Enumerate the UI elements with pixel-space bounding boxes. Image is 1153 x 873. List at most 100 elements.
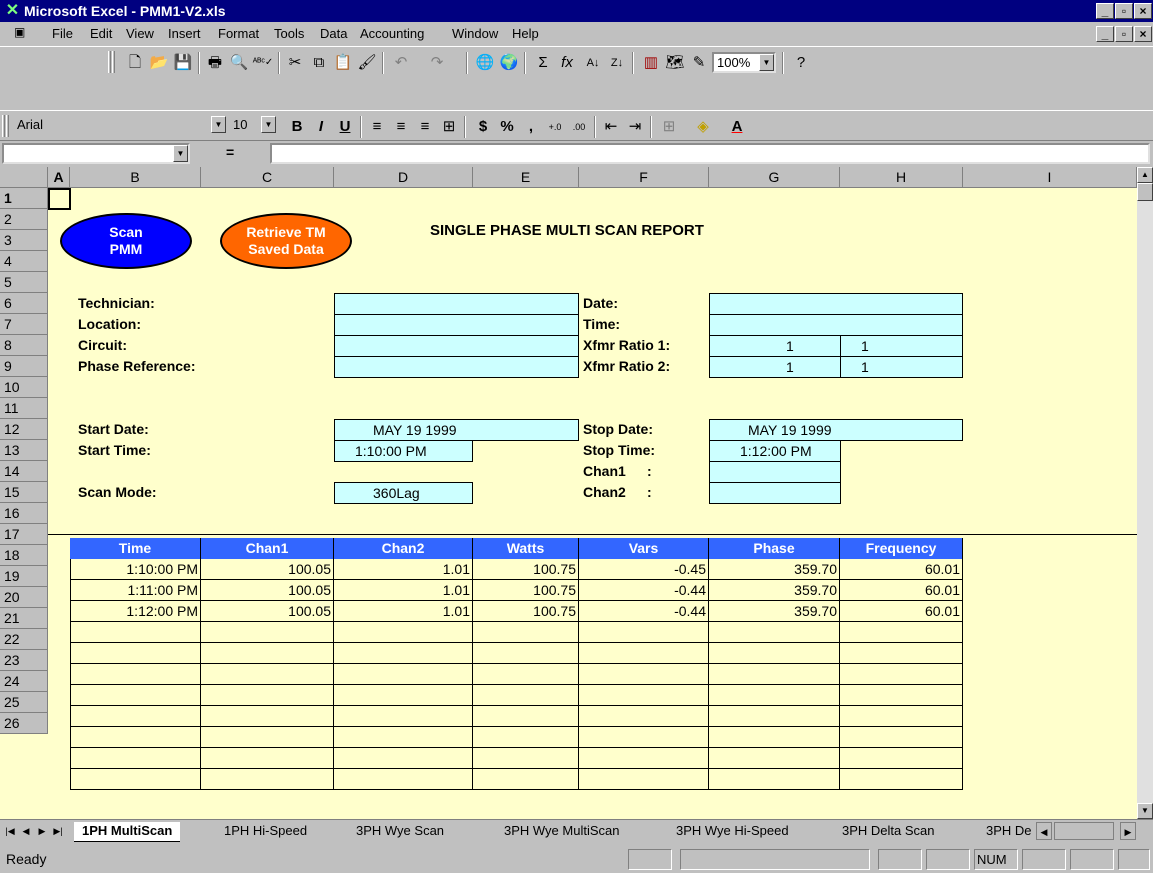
toolbar-grip[interactable] <box>108 51 111 73</box>
table-cell[interactable] <box>840 769 963 790</box>
table-cell[interactable] <box>579 685 709 706</box>
align-right-icon[interactable]: ≡ <box>414 116 436 138</box>
table-cell[interactable] <box>334 706 473 727</box>
menu-help[interactable]: Help <box>512 26 539 41</box>
zoom-select[interactable]: 100% ▼ <box>712 52 776 73</box>
table-cell[interactable] <box>709 706 840 727</box>
table-cell[interactable] <box>201 727 334 748</box>
worksheet-grid[interactable]: A B C D E F G H I 1 2 3 4 5 6 7 8 9 10 1… <box>0 167 1137 819</box>
table-cell[interactable] <box>473 727 579 748</box>
row-header[interactable]: 4 <box>0 251 48 272</box>
table-cell[interactable]: 100.05 <box>201 559 334 580</box>
circuit-field[interactable] <box>334 335 579 357</box>
menu-data[interactable]: Data <box>320 26 347 41</box>
table-cell[interactable]: -0.44 <box>579 580 709 601</box>
active-cell[interactable] <box>48 188 71 210</box>
cut-icon[interactable]: ✂ <box>284 52 306 74</box>
table-cell[interactable] <box>70 622 201 643</box>
scroll-up-icon[interactable]: ▲ <box>1137 167 1153 183</box>
menu-file[interactable]: File <box>52 26 73 41</box>
table-cell[interactable] <box>579 664 709 685</box>
table-cell[interactable] <box>840 748 963 769</box>
table-cell[interactable] <box>201 706 334 727</box>
table-cell[interactable] <box>709 622 840 643</box>
undo-icon[interactable]: ↶ <box>390 52 412 74</box>
row-header[interactable]: 22 <box>0 629 48 650</box>
table-cell[interactable] <box>709 769 840 790</box>
table-cell[interactable] <box>70 727 201 748</box>
phase-reference-field[interactable] <box>334 356 579 378</box>
workbook-icon[interactable]: ▣ <box>14 25 40 43</box>
table-cell[interactable] <box>70 685 201 706</box>
stop-date-field[interactable]: MAY 19 1999 <box>709 419 963 441</box>
table-cell[interactable] <box>70 643 201 664</box>
table-cell[interactable]: 1:10:00 PM <box>70 559 201 580</box>
tab-1ph-hi-speed[interactable]: 1PH Hi-Speed <box>218 822 313 842</box>
table-cell[interactable] <box>473 664 579 685</box>
time-field[interactable] <box>709 314 963 336</box>
table-cell[interactable] <box>201 769 334 790</box>
row-header[interactable]: 17 <box>0 524 48 545</box>
table-cell[interactable] <box>840 643 963 664</box>
row-header[interactable]: 14 <box>0 461 48 482</box>
table-cell[interactable] <box>709 664 840 685</box>
copy-icon[interactable]: ⧉ <box>308 52 330 74</box>
first-sheet-icon[interactable]: |◀ <box>2 822 18 840</box>
technician-field[interactable] <box>334 293 579 315</box>
date-field[interactable] <box>709 293 963 315</box>
chevron-down-icon[interactable]: ▼ <box>211 116 226 133</box>
col-header-f[interactable]: F <box>579 167 709 188</box>
table-cell[interactable]: 359.70 <box>709 559 840 580</box>
table-cell[interactable] <box>334 643 473 664</box>
table-cell[interactable] <box>709 727 840 748</box>
insert-hyperlink-icon[interactable]: 🌐 <box>474 52 496 74</box>
stop-time-field[interactable]: 1:12:00 PM <box>709 440 841 462</box>
row-header[interactable]: 10 <box>0 377 48 398</box>
tab-3ph-delta-partial[interactable]: 3PH De <box>982 822 1034 842</box>
location-field[interactable] <box>334 314 579 336</box>
table-cell[interactable] <box>334 769 473 790</box>
row-header[interactable]: 26 <box>0 713 48 734</box>
col-header-i[interactable]: I <box>963 167 1137 188</box>
table-cell[interactable] <box>201 685 334 706</box>
increase-decimal-icon[interactable]: +.0 <box>544 116 566 138</box>
table-cell[interactable]: 1.01 <box>334 580 473 601</box>
print-preview-icon[interactable]: 🔍 <box>228 52 250 74</box>
col-header-b[interactable]: B <box>70 167 201 188</box>
tab-3ph-delta-scan[interactable]: 3PH Delta Scan <box>836 822 941 842</box>
menu-edit[interactable]: Edit <box>90 26 112 41</box>
align-center-icon[interactable]: ≡ <box>390 116 412 138</box>
menu-window[interactable]: Window <box>452 26 498 41</box>
row-header[interactable]: 1 <box>0 188 48 209</box>
font-select[interactable]: Arial ▼ <box>14 116 226 137</box>
row-header[interactable]: 13 <box>0 440 48 461</box>
align-left-icon[interactable]: ≡ <box>366 116 388 138</box>
table-cell[interactable]: 100.75 <box>473 559 579 580</box>
row-header[interactable]: 16 <box>0 503 48 524</box>
col-header-c[interactable]: C <box>201 167 334 188</box>
next-sheet-icon[interactable]: ▶ <box>34 822 50 840</box>
row-header[interactable]: 5 <box>0 272 48 293</box>
start-time-field[interactable]: 1:10:00 PM <box>334 440 473 462</box>
table-cell[interactable] <box>334 664 473 685</box>
row-header[interactable]: 23 <box>0 650 48 671</box>
row-header[interactable]: 18 <box>0 545 48 566</box>
doc-close-button[interactable]: × <box>1134 26 1152 42</box>
print-icon[interactable]: 🖶 <box>204 52 226 74</box>
chan1-field[interactable] <box>709 461 841 483</box>
table-cell[interactable] <box>473 769 579 790</box>
table-cell[interactable]: 60.01 <box>840 559 963 580</box>
row-header[interactable]: 11 <box>0 398 48 419</box>
restore-button[interactable]: ▫ <box>1115 3 1133 19</box>
redo-icon[interactable]: ↷ <box>426 52 448 74</box>
decrease-indent-icon[interactable]: ⇤ <box>600 116 622 138</box>
row-header[interactable]: 7 <box>0 314 48 335</box>
table-cell[interactable]: 1:11:00 PM <box>70 580 201 601</box>
currency-icon[interactable]: $ <box>472 116 494 138</box>
scroll-left-icon[interactable]: ◀ <box>1036 822 1052 840</box>
table-cell[interactable] <box>709 643 840 664</box>
table-cell[interactable] <box>201 748 334 769</box>
table-cell[interactable] <box>579 727 709 748</box>
table-cell[interactable] <box>334 622 473 643</box>
chevron-down-icon[interactable]: ▼ <box>261 116 276 133</box>
